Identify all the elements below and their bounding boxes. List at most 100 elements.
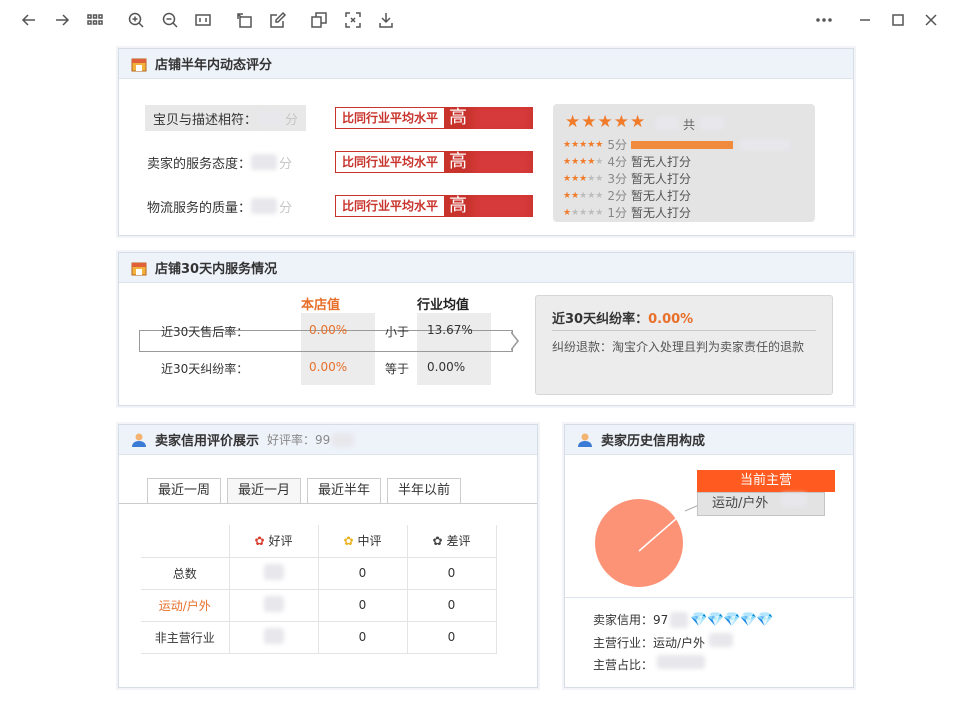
zoom-out-icon[interactable] bbox=[158, 8, 182, 32]
header-label: 中评 bbox=[357, 534, 382, 549]
mini-stars-icon: ★★★★★ bbox=[563, 207, 604, 218]
zoom-in-icon[interactable] bbox=[124, 8, 148, 32]
grid-icon[interactable] bbox=[83, 8, 107, 32]
panel-header: 卖家信用评价展示 好评率：99 bbox=[119, 425, 537, 455]
bad-flower-icon: ✿ bbox=[432, 534, 443, 549]
edit-icon[interactable] bbox=[266, 8, 290, 32]
rating-label: 卖家的服务态度： bbox=[147, 156, 252, 172]
compare-text: 比同行业平均水平 bbox=[335, 107, 446, 129]
dispute-box: 近30天纠纷率：0.00% 纠纷退款：淘宝介入处理且判为卖家责任的退款 bbox=[535, 295, 833, 395]
good-rate: 好评率：99 bbox=[267, 433, 331, 447]
good-count-blurred bbox=[228, 556, 319, 590]
dispute-value: 0.00% bbox=[648, 312, 694, 327]
level-value-blurred bbox=[473, 151, 532, 173]
rating-score-blurred bbox=[257, 110, 284, 126]
main-share: 主营占比： bbox=[593, 658, 654, 672]
share-value-blurred bbox=[656, 655, 705, 669]
header-good: ✿ 好评 bbox=[228, 525, 319, 558]
seller-avatar-icon bbox=[132, 433, 146, 447]
fit-width-icon[interactable] bbox=[191, 8, 215, 32]
copy-icon[interactable] bbox=[307, 8, 331, 32]
header-label: 差评 bbox=[446, 534, 471, 549]
progress-bar bbox=[630, 140, 733, 149]
star-line-2: ★★★★★ 2分 暂无人打分 bbox=[563, 188, 691, 203]
good-count-blurred bbox=[228, 588, 319, 622]
compare-tag: 比同行业平均水平 高 bbox=[335, 195, 534, 217]
dispute-heading: 近30天纠纷率：0.00% bbox=[552, 308, 693, 327]
download-icon[interactable] bbox=[374, 8, 398, 32]
row-label-link[interactable]: 运动/户外 bbox=[141, 588, 230, 622]
star-line-4: ★★★★★ 4分 暂无人打分 bbox=[563, 154, 691, 169]
bad-count: 0 bbox=[406, 556, 497, 590]
arrow-left-icon[interactable] bbox=[17, 8, 41, 32]
seller-credit: 卖家信用：97 bbox=[593, 613, 669, 627]
panel-title: 卖家信用评价展示 bbox=[155, 434, 260, 449]
arrow-right-icon[interactable] bbox=[50, 8, 74, 32]
history-panel: 卖家历史信用构成 当前主营 运动/户外 卖家信用：97 💎💎💎💎💎 主营行业：运… bbox=[564, 424, 854, 688]
main-share-line: 主营占比： bbox=[593, 655, 705, 673]
level-text: 高 bbox=[449, 151, 468, 172]
rotate-icon[interactable] bbox=[232, 8, 256, 32]
good-flower-icon: ✿ bbox=[254, 534, 265, 549]
divider bbox=[552, 330, 816, 331]
good-count-blurred bbox=[228, 620, 319, 654]
close-icon[interactable] bbox=[919, 8, 943, 32]
count-blurred bbox=[738, 138, 791, 151]
mini-stars-icon: ★★★★★ bbox=[563, 139, 604, 150]
shop-icon bbox=[131, 58, 147, 71]
star-line-1: ★★★★★ 1分 暂无人打分 bbox=[563, 205, 691, 220]
highlight-arrow bbox=[510, 331, 519, 351]
service-row-label: 近30天纠纷率： bbox=[161, 362, 249, 376]
level-value-blurred bbox=[473, 195, 532, 217]
summary-prefix: 共 bbox=[683, 118, 696, 132]
star-label: 4分 bbox=[607, 155, 627, 169]
service-panel: 店铺30天内服务情况 本店值 行业均值 近30天售后率： 0.00% 小于 13… bbox=[118, 252, 854, 406]
more-icon[interactable] bbox=[812, 8, 836, 32]
table-row: 总数 0 0 bbox=[141, 556, 497, 590]
mini-stars-icon: ★★★★★ bbox=[563, 156, 604, 167]
tab-half-year[interactable]: 最近半年 bbox=[307, 478, 382, 504]
header-bad: ✿ 差评 bbox=[406, 525, 497, 558]
rating-unit: 分 bbox=[279, 156, 293, 172]
maximize-icon[interactable] bbox=[886, 8, 910, 32]
col-industry-header: 行业均值 bbox=[417, 298, 470, 313]
rating-label: 宝贝与描述相符： bbox=[153, 112, 258, 128]
minimize-icon[interactable] bbox=[853, 8, 877, 32]
fullscreen-icon[interactable] bbox=[341, 8, 365, 32]
panel-header: 店铺30天内服务情况 bbox=[119, 253, 853, 283]
tab-before-half-year[interactable]: 半年以前 bbox=[387, 478, 462, 504]
star-label: 2分 bbox=[607, 189, 627, 203]
level-text: 高 bbox=[449, 195, 468, 216]
store-value: 0.00% bbox=[309, 323, 348, 337]
main-industry-line: 主营行业：运动/户外 bbox=[593, 633, 733, 651]
header-label: 好评 bbox=[268, 534, 293, 549]
row-label: 总数 bbox=[141, 556, 230, 590]
credit-score-blurred bbox=[670, 611, 689, 628]
star-distribution-box: ★★★★★ 共 ★★★★★ 5分 ★★★★★ 4分 暂无人打分 ★★★★★ 3分… bbox=[553, 104, 815, 222]
compare-tag: 比同行业平均水平 高 bbox=[335, 151, 534, 173]
credit-panel: 卖家信用评价展示 好评率：99 最近一周 最近一月 最近半年 半年以前 ✿ 好评… bbox=[118, 424, 538, 688]
category-chip: 运动/户外 bbox=[697, 492, 825, 516]
dispute-title: 近30天纠纷率： bbox=[552, 312, 649, 327]
col-store-header: 本店值 bbox=[301, 298, 341, 313]
rating-row-service: 卖家的服务态度： 分 bbox=[147, 149, 292, 175]
compare-level: 高 bbox=[445, 195, 534, 217]
seller-credit-line: 卖家信用：97 💎💎💎💎💎 bbox=[593, 611, 773, 628]
table-row: 运动/户外 0 0 bbox=[141, 588, 497, 622]
compare-level: 高 bbox=[445, 107, 534, 129]
shop-icon bbox=[131, 262, 147, 275]
current-main-label: 当前主营 bbox=[697, 470, 835, 492]
score-blurred bbox=[655, 116, 679, 130]
header-neutral: ✿ 中评 bbox=[317, 525, 408, 558]
store-value: 0.00% bbox=[309, 360, 348, 374]
viewer-toolbar bbox=[0, 0, 960, 40]
industry-value: 13.67% bbox=[427, 323, 473, 337]
credit-table: ✿ 好评 ✿ 中评 ✿ 差评 总数 0 0 运动/户外 0 0 非主营行业 0 … bbox=[141, 525, 497, 654]
relation: 等于 bbox=[385, 362, 410, 376]
tab-month[interactable]: 最近一月 bbox=[227, 478, 302, 504]
compare-text: 比同行业平均水平 bbox=[335, 195, 446, 217]
table-row: 非主营行业 0 0 bbox=[141, 620, 497, 654]
tab-week[interactable]: 最近一周 bbox=[147, 478, 222, 504]
bad-count: 0 bbox=[406, 620, 497, 654]
level-value-blurred bbox=[473, 107, 532, 129]
